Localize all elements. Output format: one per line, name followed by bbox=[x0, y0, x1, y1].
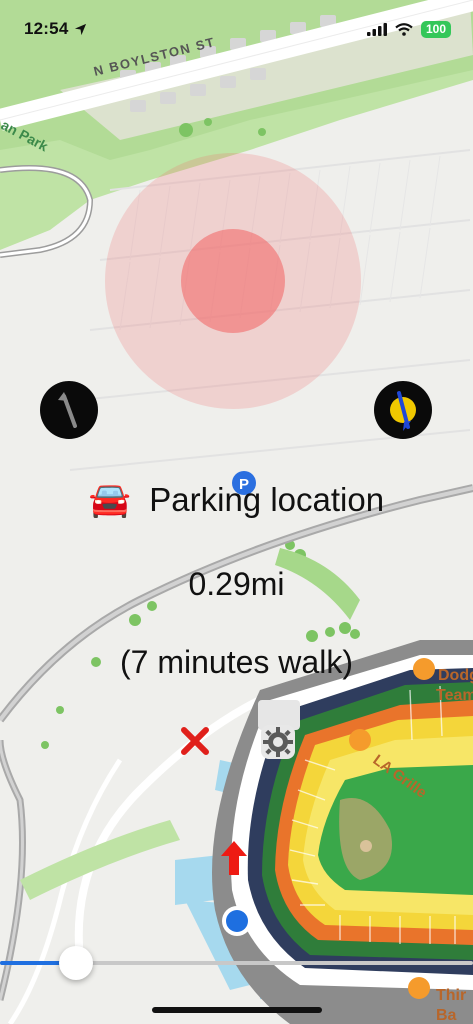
battery-indicator: 100 bbox=[421, 20, 451, 38]
radius-slider[interactable] bbox=[0, 946, 473, 980]
poi-la-grille-pin[interactable] bbox=[349, 729, 371, 751]
status-time: 12:54 bbox=[24, 19, 69, 38]
compass-button[interactable] bbox=[374, 381, 432, 439]
accuracy-inner-circle bbox=[181, 229, 285, 333]
direction-needle-icon bbox=[58, 392, 77, 428]
parking-distance: 0.29mi bbox=[188, 566, 285, 602]
compass-icon bbox=[390, 391, 416, 431]
poi-third-label-2: Ba bbox=[436, 1007, 457, 1024]
gear-icon bbox=[261, 725, 295, 759]
clear-parking-button[interactable] bbox=[176, 722, 214, 760]
parking-location-label: Parking location bbox=[149, 481, 385, 518]
walk-time: (7 minutes walk) bbox=[120, 644, 353, 680]
user-location-dot bbox=[226, 910, 248, 932]
heading-compass-button[interactable] bbox=[40, 381, 98, 439]
status-bar: 12:54 100 bbox=[0, 0, 473, 58]
close-icon bbox=[181, 727, 209, 755]
poi-third-pin[interactable] bbox=[408, 977, 430, 999]
arrow-up-icon bbox=[221, 841, 247, 875]
settings-button[interactable] bbox=[258, 722, 298, 762]
car-icon: 🚘 bbox=[88, 481, 132, 519]
cellular-signal-icon bbox=[367, 22, 387, 36]
slider-thumb[interactable] bbox=[59, 946, 93, 980]
poi-third-label: Thir bbox=[436, 987, 466, 1004]
wifi-icon bbox=[395, 22, 413, 36]
poi-dodgers-label-2: Team bbox=[436, 687, 473, 704]
slider-fill bbox=[0, 961, 61, 965]
home-indicator[interactable] bbox=[152, 1007, 322, 1013]
location-arrow-icon bbox=[75, 23, 87, 35]
direction-arrow-button[interactable] bbox=[217, 838, 251, 878]
parking-location-row: 🚘 Parking location bbox=[0, 476, 473, 524]
